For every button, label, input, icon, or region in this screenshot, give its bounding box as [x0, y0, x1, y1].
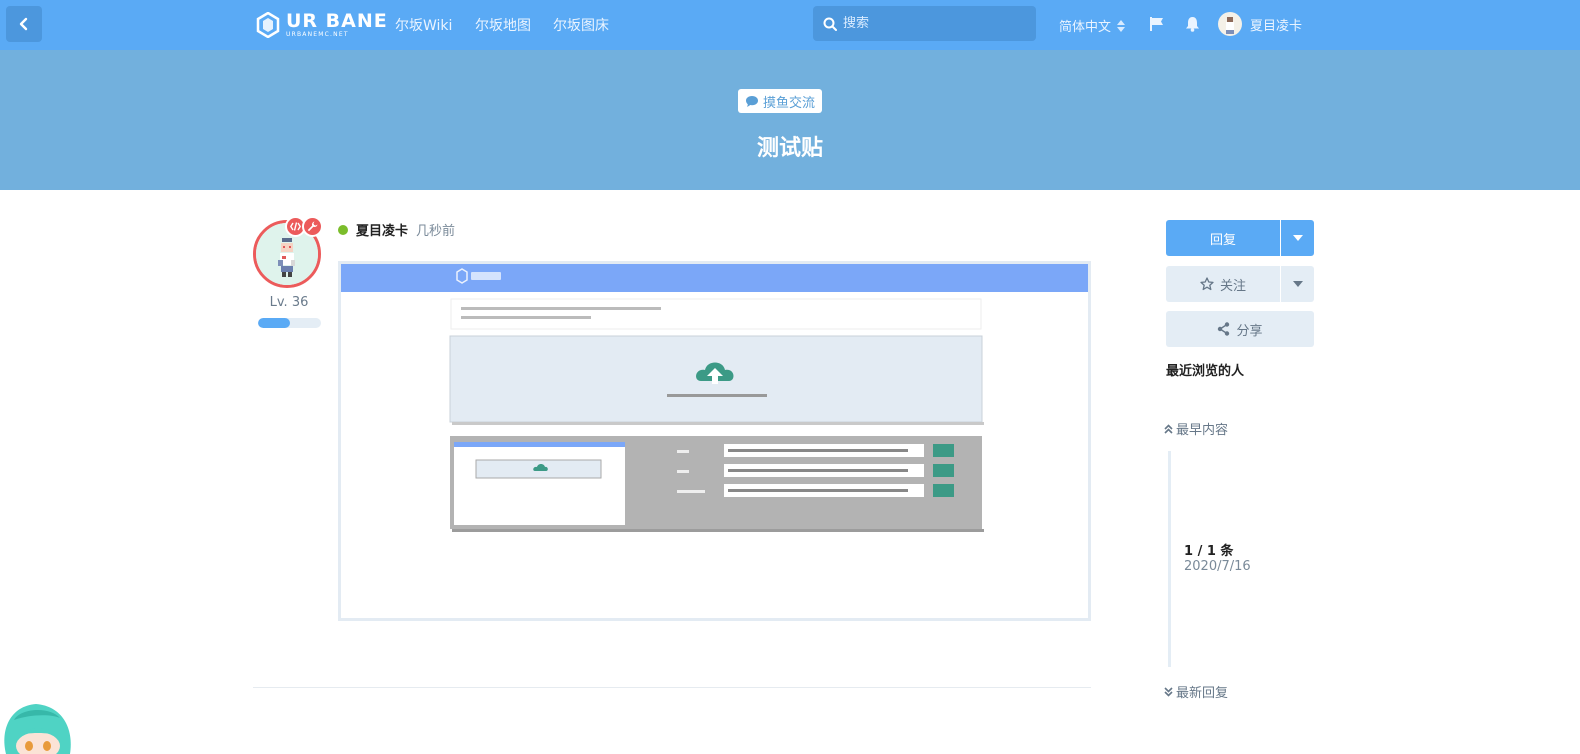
- share-button[interactable]: 分享: [1166, 311, 1314, 347]
- nav-link-map[interactable]: 尔坂地图: [475, 15, 531, 35]
- reply-dropdown-button[interactable]: [1281, 220, 1314, 256]
- follow-label: 关注: [1219, 278, 1246, 294]
- logo-subtitle: URBANEMC.NET: [286, 31, 349, 38]
- username: 夏目凌卡: [1250, 18, 1303, 34]
- nav-link-image-host[interactable]: 尔坂图床: [553, 15, 609, 35]
- reply-button-group: 回复: [1166, 220, 1314, 256]
- follow-button-group: 关注: [1166, 266, 1314, 302]
- scrub-latest-link[interactable]: 最新回复: [1164, 682, 1228, 701]
- scrubber-track[interactable]: [1168, 451, 1171, 667]
- reply-label: 回复: [1209, 232, 1236, 248]
- user-menu[interactable]: 夏目凌卡: [1218, 12, 1302, 36]
- double-chevron-up-icon: [1164, 423, 1173, 434]
- share-icon: [1218, 322, 1230, 336]
- discussion-hero: 摸鱼交流 测试贴: [0, 50, 1580, 190]
- caret-down-icon: [1292, 235, 1303, 241]
- star-icon: [1200, 277, 1214, 291]
- live2d-mascot[interactable]: [0, 700, 76, 754]
- scrub-latest-label: 最新回复: [1176, 686, 1229, 701]
- code-icon: [290, 222, 301, 231]
- search-input[interactable]: [843, 16, 1013, 31]
- search-icon: [823, 17, 837, 31]
- discussion-tag[interactable]: 摸鱼交流: [738, 89, 823, 113]
- tag-label: 摸鱼交流: [763, 95, 816, 111]
- nav-link-wiki[interactable]: 尔坂Wiki: [395, 15, 452, 35]
- back-button[interactable]: [6, 6, 42, 42]
- reply-button[interactable]: 回复: [1166, 220, 1280, 256]
- avatar: [1218, 12, 1242, 36]
- post-author-name[interactable]: 夏目凌卡: [356, 220, 408, 239]
- wrench-icon: [307, 221, 318, 232]
- share-label: 分享: [1236, 323, 1263, 339]
- image-host-screenshot: [341, 264, 1088, 618]
- online-indicator: [338, 224, 348, 235]
- admin-badge[interactable]: [302, 216, 323, 237]
- scrub-earliest-label: 最早内容: [1176, 423, 1229, 438]
- user-level: Lv. 36: [269, 295, 309, 310]
- post-divider: [253, 687, 1091, 688]
- discussion-title: 测试贴: [756, 136, 823, 161]
- user-badges: [285, 216, 323, 237]
- post-header: 夏目凌卡 几秒前: [338, 220, 455, 239]
- post-time[interactable]: 几秒前: [416, 220, 455, 239]
- level-progress-fill: [258, 318, 290, 328]
- scrubber-date: 2020/7/16: [1184, 559, 1251, 574]
- flag-icon[interactable]: [1149, 16, 1165, 32]
- follow-button[interactable]: 关注: [1166, 266, 1280, 302]
- level-progress-bar: [258, 318, 321, 328]
- post-attached-image[interactable]: [338, 261, 1091, 621]
- language-selector[interactable]: 简体中文: [1059, 16, 1126, 35]
- search-box[interactable]: [813, 6, 1036, 41]
- scrub-earliest-link[interactable]: 最早内容: [1164, 419, 1228, 438]
- logo-text: UR BANE: [286, 10, 388, 32]
- comment-icon: [746, 95, 758, 107]
- double-chevron-down-icon: [1164, 686, 1173, 697]
- sort-icon: [1117, 19, 1126, 32]
- bell-icon[interactable]: [1185, 16, 1200, 32]
- logo-mark-icon: [256, 12, 280, 38]
- recent-viewers-title: 最近浏览的人: [1166, 364, 1245, 379]
- scrubber-position: 1 / 1 条: [1184, 544, 1234, 559]
- follow-dropdown-button[interactable]: [1281, 266, 1314, 302]
- caret-down-icon: [1292, 281, 1303, 287]
- top-navbar: UR BANE URBANEMC.NET 尔坂Wiki 尔坂地图 尔坂图床 简体…: [0, 0, 1580, 50]
- language-label: 简体中文: [1059, 20, 1112, 35]
- chevron-left-icon: [19, 17, 28, 31]
- site-logo[interactable]: UR BANE URBANEMC.NET: [256, 10, 388, 40]
